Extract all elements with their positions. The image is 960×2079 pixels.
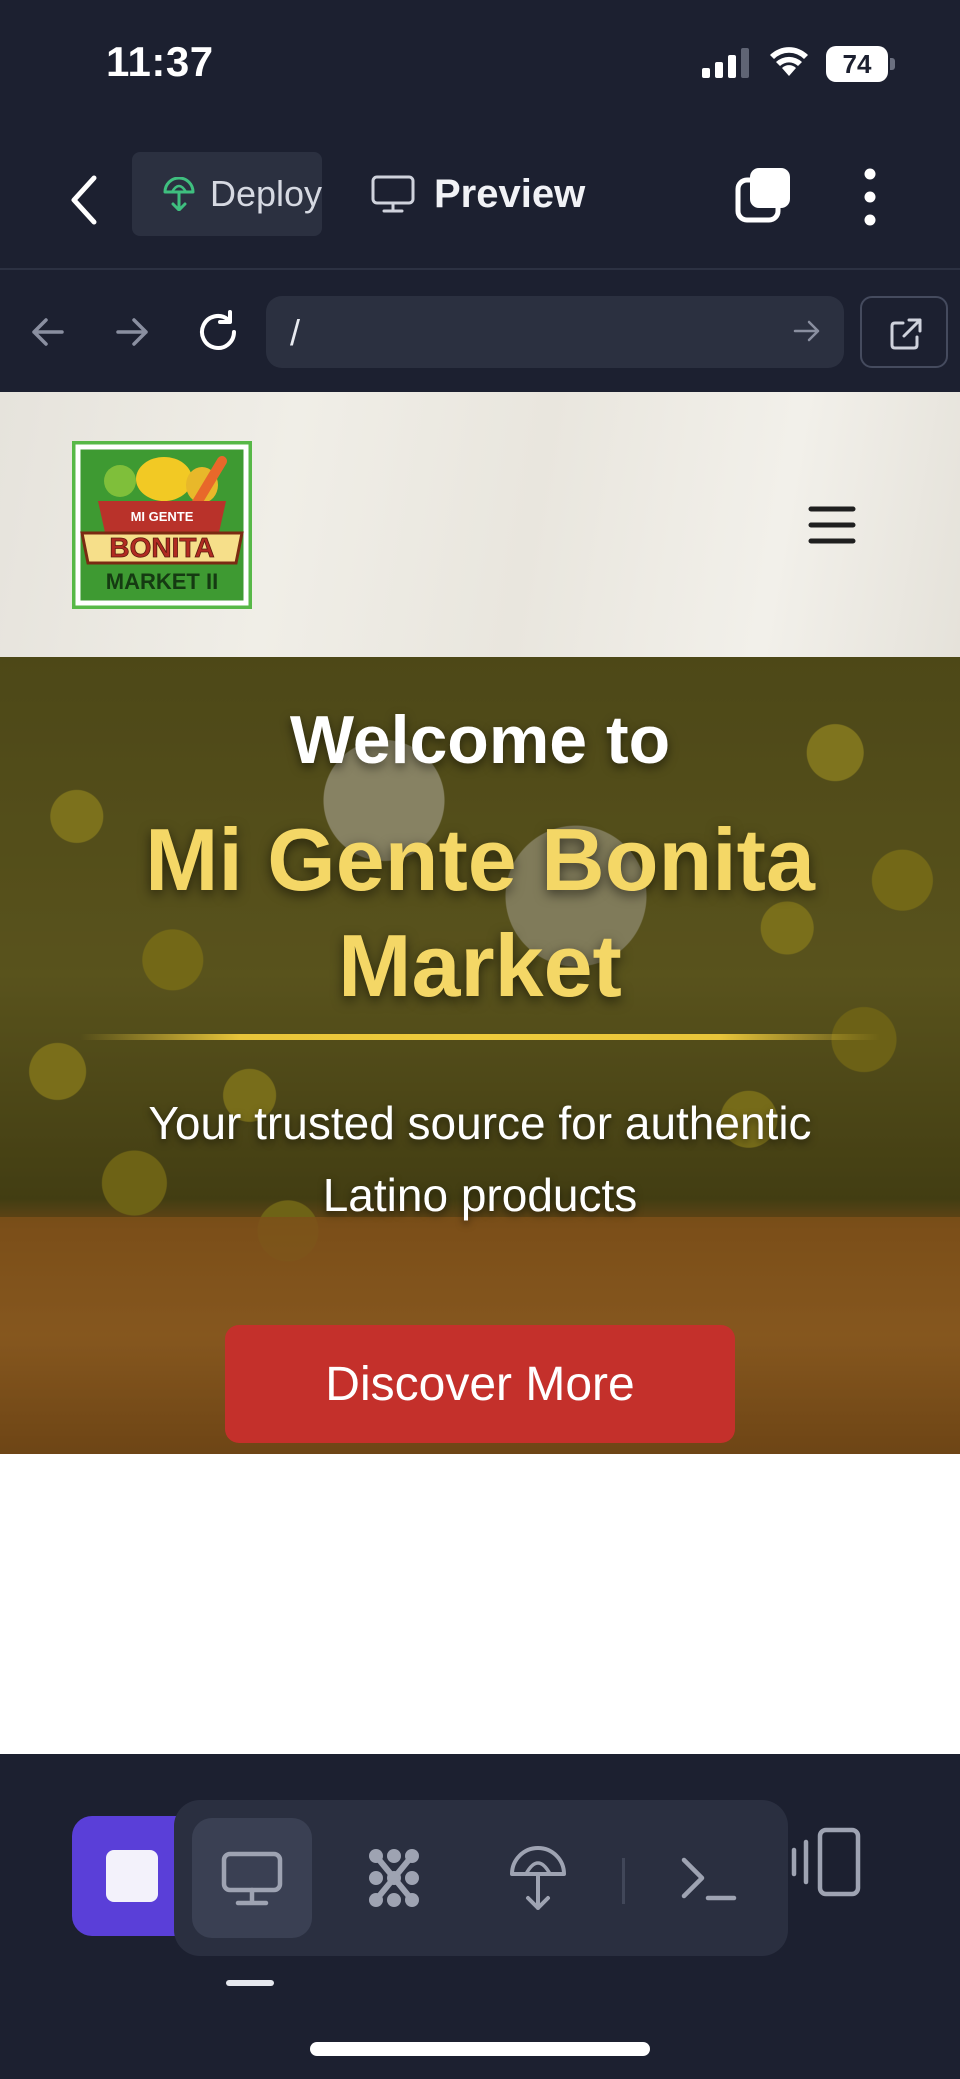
battery-level: 74	[826, 46, 888, 82]
reload-icon[interactable]	[194, 308, 242, 356]
tab-preview[interactable]: Preview	[370, 152, 585, 236]
deploy-icon	[163, 177, 195, 211]
status-time: 11:37	[106, 38, 214, 85]
hamburger-menu-icon[interactable]	[808, 504, 856, 546]
deploy-icon	[510, 1846, 566, 1910]
more-icon[interactable]	[854, 166, 886, 228]
bottom-toolbar	[0, 1754, 960, 2079]
tool-preview-button[interactable]	[192, 1818, 312, 1938]
tab-deploy[interactable]: Deploy	[132, 152, 322, 236]
open-external-icon	[890, 318, 922, 350]
tool-agent-button[interactable]	[334, 1818, 454, 1938]
tool-deploy-button[interactable]	[478, 1818, 598, 1938]
active-tool-indicator	[226, 1980, 274, 1986]
tab-preview-label: Preview	[434, 171, 586, 216]
stop-icon	[106, 1850, 158, 1902]
logo-text-line2: BONITA	[109, 532, 214, 563]
site-header: MI GENTE BONITA MARKET II	[0, 392, 960, 657]
browser-bar: /	[0, 272, 960, 392]
hero-title: Mi Gente Bonita Market	[145, 810, 815, 1015]
web-preview: MI GENTE BONITA MARKET II Welcome to Mi …	[0, 392, 960, 1754]
site-logo[interactable]: MI GENTE BONITA MARKET II	[72, 441, 252, 609]
tabs-icon[interactable]	[732, 164, 796, 228]
home-indicator[interactable]	[310, 2042, 650, 2056]
logo-text-line1: MI GENTE	[131, 509, 194, 524]
tool-group	[174, 1800, 788, 1956]
page-body	[0, 1454, 960, 1754]
hero-section: Welcome to Mi Gente Bonita Market Your t…	[0, 657, 960, 1454]
agent-icon	[369, 1849, 419, 1907]
open-external-button[interactable]	[860, 296, 948, 368]
url-input[interactable]: /	[266, 296, 844, 368]
discover-more-button[interactable]: Discover More	[225, 1325, 735, 1443]
back-icon[interactable]	[62, 170, 108, 230]
hero-welcome: Welcome to	[289, 702, 671, 778]
battery-icon: 74	[826, 46, 896, 82]
tab-deploy-label: Deploy	[210, 173, 322, 214]
devices-icon[interactable]	[790, 1824, 866, 1900]
hero-divider	[80, 1034, 880, 1040]
monitor-icon	[221, 1851, 283, 1906]
nav-back-icon[interactable]	[28, 312, 68, 352]
hero-subtitle: Your trusted source for authentic Latino…	[148, 1097, 812, 1221]
signal-icon	[702, 48, 749, 78]
url-text: /	[290, 312, 301, 353]
wifi-icon	[770, 47, 808, 76]
logo-text-line3: MARKET II	[106, 569, 218, 594]
terminal-icon	[681, 1857, 737, 1901]
monitor-icon	[371, 175, 415, 213]
url-go-icon[interactable]	[792, 316, 822, 346]
nav-forward-icon[interactable]	[112, 312, 152, 352]
status-bar: 11:37 74	[0, 0, 960, 130]
app-bar: Deploy Preview	[0, 130, 960, 270]
tool-shell-button[interactable]	[648, 1818, 768, 1938]
